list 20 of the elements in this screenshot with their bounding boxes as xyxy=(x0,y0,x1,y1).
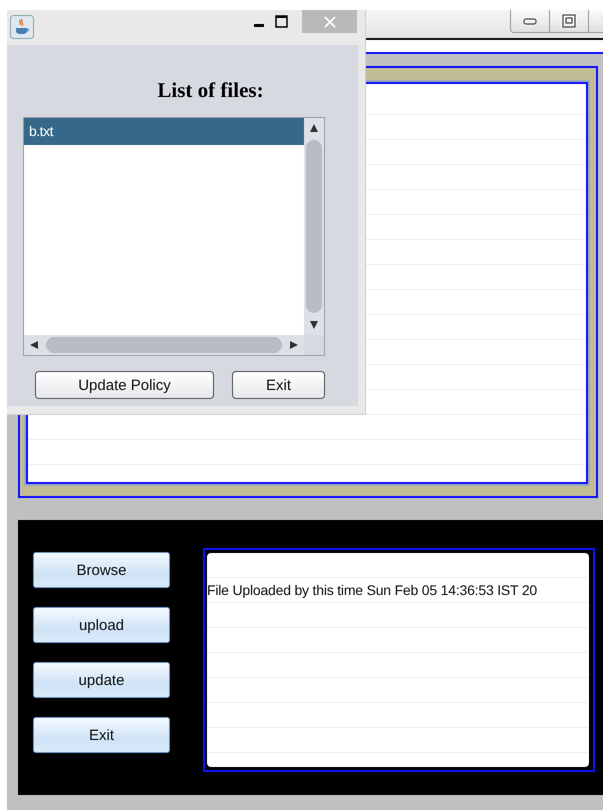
panel-button[interactable]: upload xyxy=(33,607,170,643)
minimize-button[interactable] xyxy=(511,10,550,32)
minimize-icon xyxy=(522,16,538,26)
scrollbar-corner xyxy=(304,335,324,355)
dialog-button[interactable]: Update Policy xyxy=(35,371,214,399)
log-line: File Uploaded by this time Sun Feb 05 14:36:53 IST 20 xyxy=(207,581,538,600)
dialog-heading: List of files: xyxy=(157,78,264,103)
horizontal-scrollbar[interactable] xyxy=(24,335,304,355)
java-cup-icon xyxy=(10,15,34,39)
maximize-icon xyxy=(274,15,288,28)
maximize-button[interactable] xyxy=(550,10,589,32)
panel-button[interactable]: Browse xyxy=(33,552,170,588)
minimize-icon xyxy=(254,24,264,27)
panel-button[interactable]: update xyxy=(33,662,170,698)
vertical-scrollbar[interactable] xyxy=(304,118,324,335)
panel-button[interactable]: Exit xyxy=(33,717,170,753)
dialog-button[interactable]: Exit xyxy=(232,371,325,399)
file-item[interactable]: b.txt xyxy=(24,118,304,145)
close-icon xyxy=(322,14,336,28)
maximize-icon xyxy=(562,14,576,28)
